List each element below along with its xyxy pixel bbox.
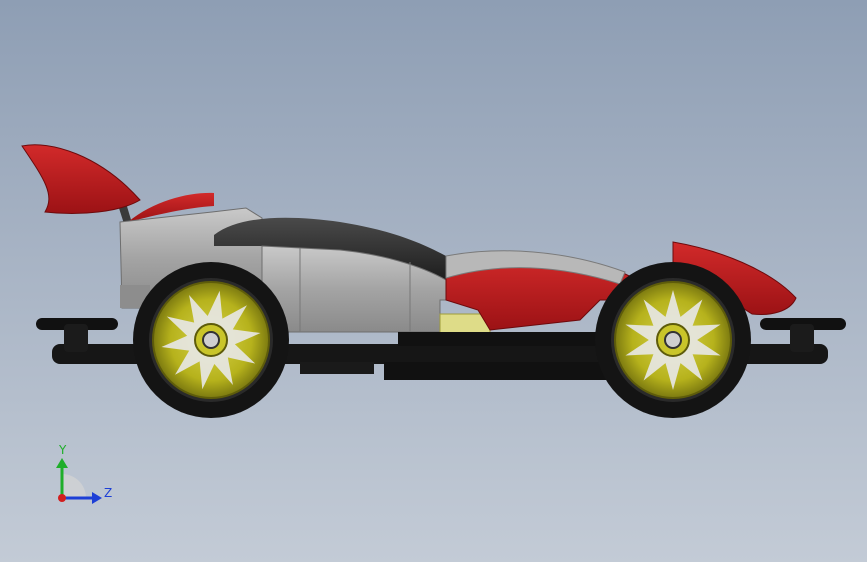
car-model-view[interactable]: Y Z xyxy=(0,0,867,562)
triad-plane xyxy=(62,474,86,498)
triad-y-label: Y xyxy=(58,443,67,457)
front-wheel[interactable] xyxy=(595,262,751,418)
rear-wing-blade xyxy=(21,144,141,214)
coordinate-triad[interactable]: Y Z xyxy=(56,443,112,504)
triad-y-arrow xyxy=(56,458,68,468)
triad-z-label: Z xyxy=(104,486,112,500)
chassis-center xyxy=(398,332,618,346)
triad-x-axis-dot xyxy=(58,494,66,502)
triad-z-arrow xyxy=(92,492,102,504)
rear-axle xyxy=(202,331,220,349)
rear-roller-post xyxy=(64,324,88,352)
chassis-underplate xyxy=(384,362,618,380)
rear-wheel[interactable] xyxy=(133,262,289,418)
front-roller-post xyxy=(790,324,814,352)
chassis-skid xyxy=(300,362,374,374)
front-axle xyxy=(664,331,682,349)
graphics-viewport[interactable]: Y Z xyxy=(0,0,867,562)
